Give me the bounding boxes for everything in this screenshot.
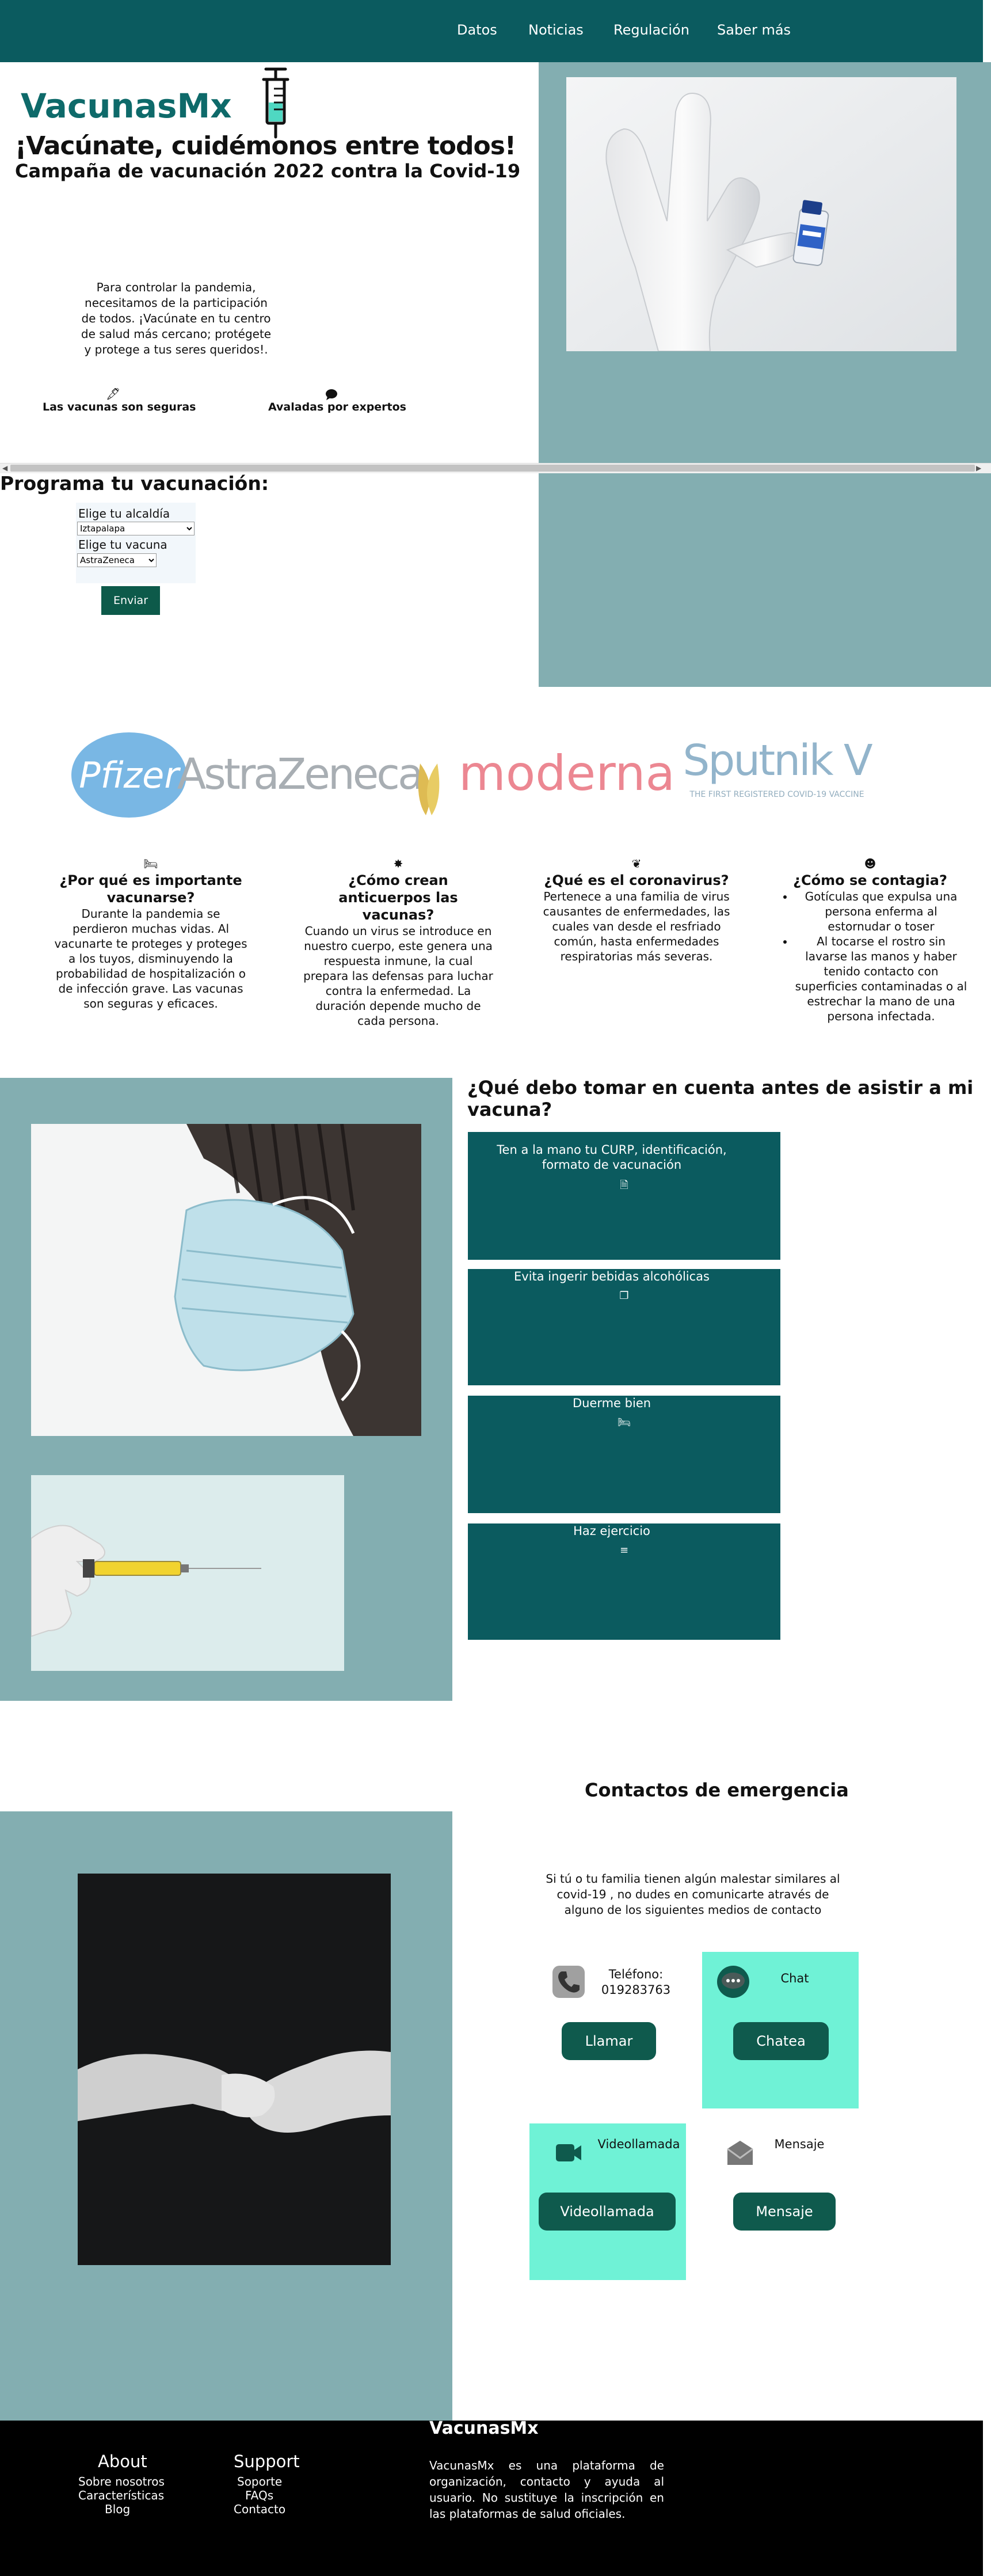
footer-link-sobre-nosotros[interactable]: Sobre nosotros: [78, 2475, 165, 2488]
sputnik-logo: Sputnik V: [683, 736, 873, 785]
astrazeneca-symbol: [418, 763, 440, 815]
footer-brand: VacunasMx: [429, 2418, 539, 2438]
tip-label: Ten a la mano tu CURP, identificación, f…: [497, 1143, 727, 1172]
footer-link-caracteristicas[interactable]: Características: [78, 2488, 164, 2502]
vaccine-brand-logos: Pfizer AstraZeneca moderna Sputnik V THE…: [71, 732, 875, 818]
dumbbell-icon: ≡: [619, 1544, 629, 1556]
footer-link-faqs[interactable]: FAQs: [245, 2488, 273, 2502]
syringe-icon: [262, 67, 289, 139]
scroll-right-arrow[interactable]: ▶: [976, 464, 981, 472]
head-cough-icon: ☻: [864, 857, 876, 871]
hero-headline: ¡Vacúnate, cuidémonos entre todos!: [15, 131, 516, 161]
moderna-logo: moderna: [459, 745, 675, 801]
tips-title: ¿Qué debo tomar en cuenta antes de asist…: [467, 1077, 974, 1120]
scroll-left-arrow[interactable]: ◀: [2, 464, 7, 472]
call-button[interactable]: Llamar: [562, 2022, 656, 2060]
nav-saber-mas[interactable]: Saber más: [717, 22, 791, 38]
bed-icon: 🛏: [618, 1416, 631, 1428]
footer-support-title: Support: [234, 2452, 300, 2471]
faq-card: ❦ ¿Qué es el coronavirus? Pertenece a un…: [539, 857, 734, 964]
tip-label: Haz ejercicio: [573, 1524, 650, 1538]
faq-body: Pertenece a una familia de virus causant…: [543, 890, 730, 963]
comment-icon: [326, 389, 337, 400]
sputnik-tagline: THE FIRST REGISTERED COVID-19 VACCINE: [689, 790, 864, 799]
svg-text:Pfizer: Pfizer: [79, 754, 181, 796]
phone-label: Teléfono: 019283763: [601, 1967, 671, 1997]
alcaldia-select[interactable]: Iztapalapa: [77, 522, 195, 535]
vaccine-vial-photo: [566, 77, 956, 351]
tip-card: Ten a la mano tu CURP, identificación, f…: [468, 1132, 780, 1260]
faq-card: ☻ ¿Cómo se contagia? Gotículas que expul…: [772, 857, 968, 1024]
hero-intro-text: Para controlar la pandemia, necesitamos …: [81, 280, 272, 356]
vacuna-select[interactable]: AstraZeneca: [77, 553, 157, 567]
contacts-title: Contactos de emergencia: [585, 1779, 849, 1801]
phone-icon: [552, 1966, 585, 1998]
file-icon: 🗎: [620, 1179, 628, 1191]
vacuna-label: Elige tu vacuna: [78, 538, 167, 552]
faq-list: Gotículas que expulsa una persona enferm…: [772, 889, 968, 1024]
form-title: Programa tu vacunación:: [0, 472, 269, 495]
faq-title: ¿Qué es el coronavirus?: [544, 872, 729, 888]
feature-experts-label: Avaladas por expertos: [268, 401, 406, 413]
tip-label: Duerme bien: [572, 1396, 651, 1410]
no-drink-icon: ❐: [619, 1290, 629, 1302]
chat-icon: [717, 1966, 749, 1998]
faq-body: Cuando un virus se introduce en nuestro …: [303, 924, 493, 1028]
alcaldia-label: Elige tu alcaldía: [78, 507, 170, 520]
tip-card: Haz ejercicio ≡: [468, 1523, 780, 1640]
footer-description: VacunasMx es una plataforma de organizac…: [429, 2459, 664, 2521]
nav-datos[interactable]: Datos: [457, 22, 497, 38]
nav-noticias[interactable]: Noticias: [528, 22, 584, 38]
scrollbar-thumb[interactable]: [10, 465, 975, 472]
footer-about-title: About: [98, 2452, 147, 2471]
tip-card: Evita ingerir bebidas alcohólicas ❐: [468, 1269, 780, 1385]
list-item: Gotículas que expulsa una persona enferm…: [794, 889, 968, 934]
footer-link-blog[interactable]: Blog: [105, 2502, 130, 2516]
astrazeneca-logo: AstraZeneca: [177, 750, 422, 799]
nav-regulacion[interactable]: Regulación: [613, 22, 689, 38]
chat-button[interactable]: Chatea: [733, 2022, 829, 2060]
tip-card: Duerme bien 🛏: [468, 1396, 780, 1513]
syringe-glove-photo: [31, 1475, 344, 1671]
chat-label: Chat: [780, 1971, 809, 1985]
faq-body: Durante la pandemia se perdieron muchas …: [54, 907, 247, 1010]
faq-title: ¿Por qué es importante vacunarse?: [59, 872, 242, 906]
contacts-intro: Si tú o tu familia tienen algún malestar…: [546, 1872, 840, 1917]
faq-card: 🛏 ¿Por qué es importante vacunarse? Dura…: [53, 857, 249, 1011]
faq-title: ¿Cómo se contagia?: [793, 872, 947, 888]
feather-icon: 🖋: [106, 387, 121, 401]
message-button[interactable]: Mensaje: [733, 2193, 836, 2231]
virus-icon: ✸: [393, 857, 403, 871]
video-icon: [556, 2144, 581, 2161]
feature-safe-label: Las vacunas son seguras: [43, 401, 196, 413]
mail-icon: [727, 2141, 753, 2165]
list-item: Al tocarse el rostro sin lavarse las man…: [794, 934, 968, 1024]
video-call-button[interactable]: Videollamada: [539, 2193, 676, 2231]
hero-subheadline: Campaña de vacunación 2022 contra la Cov…: [15, 160, 521, 182]
face-mask-photo: [31, 1124, 421, 1436]
lungs-icon: ❦: [631, 857, 642, 871]
video-label: Videollamada: [597, 2137, 680, 2151]
message-label: Mensaje: [774, 2137, 825, 2151]
footer-link-soporte[interactable]: Soporte: [237, 2475, 282, 2488]
submit-button[interactable]: Enviar: [101, 586, 160, 615]
top-navbar: Datos Noticias Regulación Saber más: [0, 0, 983, 62]
handshake-photo: [78, 1874, 391, 2265]
faq-card: ✸ ¿Cómo crean anticuerpos las vacunas? C…: [300, 857, 496, 1028]
faq-title: ¿Cómo crean anticuerpos las vacunas?: [338, 872, 458, 923]
tip-label: Evita ingerir bebidas alcohólicas: [514, 1270, 710, 1283]
footer-link-contacto[interactable]: Contacto: [234, 2502, 285, 2516]
logo-text: VacunasMx: [21, 86, 232, 126]
bed-icon: 🛏: [143, 857, 158, 871]
